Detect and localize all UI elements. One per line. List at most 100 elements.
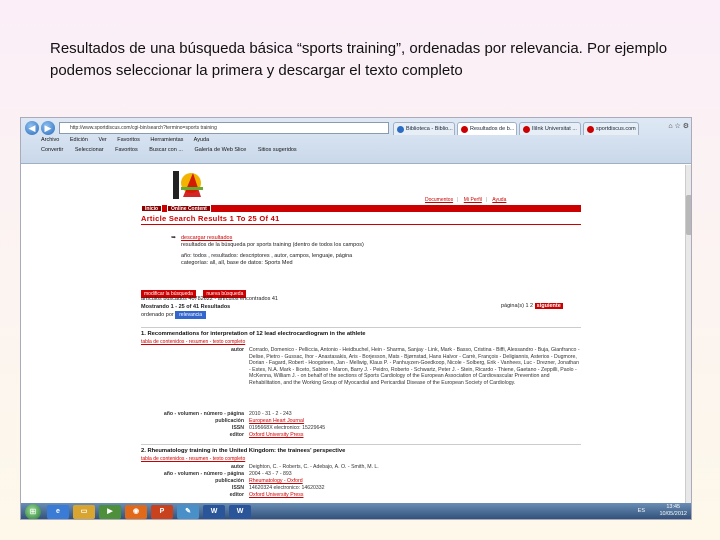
sort-select[interactable]: relevancia — [175, 311, 207, 319]
field-label: año - volumen - número - página — [163, 471, 244, 477]
word-icon[interactable]: W — [229, 505, 251, 519]
menu-item[interactable]: Ayuda — [194, 137, 210, 143]
field-value: 0195668X electronico: 15229645 — [249, 425, 326, 431]
search-line: año: todos , resultados: descriptores , … — [181, 253, 353, 259]
back-icon[interactable]: ◀ — [25, 121, 39, 135]
next-page-button[interactable]: siguiente — [534, 303, 563, 309]
menu-item[interactable]: Herramientas — [150, 137, 183, 143]
start-button-icon[interactable]: ⊞ — [25, 504, 41, 519]
download-results-link[interactable]: descargar resultados — [181, 235, 471, 242]
paint-icon[interactable]: ✎ — [177, 505, 199, 519]
field-value: 2010 - 31 - 2 - 243 — [249, 411, 292, 417]
link-documentos[interactable]: Documentos — [425, 197, 453, 203]
menu-item[interactable]: Edición — [70, 137, 88, 143]
favorites-item[interactable]: Galería de Web Slice — [194, 147, 246, 153]
favorites-item[interactable]: Sitios sugeridos — [258, 147, 297, 153]
tab-label: sportdiscus.com — [596, 126, 636, 132]
result-links[interactable]: tabla de contenidos - resumen - texto co… — [141, 339, 245, 345]
result-title[interactable]: 1. Recommendations for interpretation of… — [141, 331, 366, 337]
field-label: autor — [231, 464, 244, 470]
field-label: autor — [231, 347, 244, 353]
tab-label: Biblioteca - Biblio... — [406, 126, 453, 132]
powerpoint-icon[interactable]: P — [151, 505, 173, 519]
separator: | — [485, 197, 488, 203]
page-title: Article Search Results 1 To 25 Of 41 — [141, 214, 280, 223]
window-controls[interactable]: ⌂ ☆ ⚙ — [668, 122, 689, 130]
ie-icon[interactable]: e — [47, 505, 69, 519]
field-label: editor — [229, 492, 244, 498]
page-icon — [587, 126, 594, 133]
clock[interactable]: 13:45 10/05/2012 — [659, 504, 687, 518]
tab-biblioteca[interactable]: Biblioteca - Biblio... — [393, 122, 455, 135]
favorites-item[interactable]: Convertir — [41, 147, 63, 153]
library-logo-icon — [173, 171, 203, 199]
field-value: 2004 - 43 - 7 - 893 — [249, 471, 292, 477]
browser-screenshot: ◀ ▶ http://www.sportdiscus.com/cgi-bin/s… — [20, 117, 692, 520]
tab-sportdiscus[interactable]: sportdiscus.com — [583, 122, 639, 135]
sort-row: ordenado por relevancia — [141, 311, 581, 319]
pages-label[interactable]: página(s) 1 2 — [501, 303, 533, 309]
search-line: categorías: all, all, base de datos: Spo… — [181, 260, 293, 266]
publication-link[interactable]: Rheumatology - Oxford — [249, 478, 581, 485]
menu-item[interactable]: Ver — [98, 137, 106, 143]
favorites-item[interactable]: Seleccionar — [75, 147, 104, 153]
firefox-icon[interactable]: ◉ — [125, 505, 147, 519]
page-icon — [397, 126, 404, 133]
browser-chrome: ◀ ▶ http://www.sportdiscus.com/cgi-bin/s… — [21, 118, 691, 164]
clock-time: 13:45 — [666, 504, 681, 510]
articles-count: artículos buscados 40782622 - artículos … — [141, 296, 278, 302]
tab-ilink[interactable]: IliInk Universitat ... — [519, 122, 581, 135]
field-label: publicación — [215, 478, 244, 484]
favorites-item[interactable]: Buscar con ... — [149, 147, 183, 153]
windows-taskbar: ⊞ e ▭ ▶ ◉ P ✎ W W ES 13:45 10/05/2012 — [21, 503, 691, 519]
field-label: editor — [229, 432, 244, 438]
field-value: 14620324 electronico: 14620332 — [249, 485, 325, 491]
publisher-link[interactable]: Oxford University Press — [249, 492, 581, 499]
address-bar[interactable]: http://www.sportdiscus.com/cgi-bin/searc… — [59, 122, 389, 134]
page-icon — [461, 126, 468, 133]
favorites-item[interactable]: Favoritos — [115, 147, 138, 153]
scrollbar-thumb[interactable] — [686, 195, 691, 235]
publisher-link[interactable]: Oxford University Press — [249, 432, 581, 439]
arrow-icon: ➥ — [171, 235, 177, 241]
pagination: página(s) 1 2 siguiente — [501, 303, 563, 309]
vertical-scrollbar[interactable] — [685, 165, 691, 503]
result-links[interactable]: tabla de contenidos - resumen - texto co… — [141, 456, 245, 462]
tab-resultados[interactable]: Resultados de b... — [457, 122, 517, 135]
folder-icon[interactable]: ▭ — [73, 505, 95, 519]
field-value: Corrado, Domenico - Pelliccia, Antonio -… — [249, 347, 580, 386]
page-icon — [523, 126, 530, 133]
slide-caption: Resultados de una búsqueda básica “sport… — [50, 40, 668, 79]
divider — [141, 444, 581, 445]
field-value: Deighton, C. - Roberts, C. - Adebajo, A.… — [249, 464, 379, 470]
search-description: ➥ descargar resultados resultados de la … — [171, 235, 471, 267]
field-label: año - volumen - número - página — [163, 411, 244, 417]
tab-online-content[interactable]: Online Content — [167, 205, 211, 212]
top-links: Documentos | Mi Perfil | Ayuda — [425, 197, 510, 203]
media-icon[interactable]: ▶ — [99, 505, 121, 519]
menu-item[interactable]: Archivo — [41, 137, 59, 143]
divider — [141, 327, 581, 328]
system-tray[interactable]: ES — [638, 508, 645, 514]
link-ayuda[interactable]: Ayuda — [492, 197, 506, 203]
forward-icon[interactable]: ▶ — [41, 121, 55, 135]
favorites-bar: Convertir Seleccionar Favoritos Buscar c… — [41, 147, 681, 161]
separator: | — [457, 197, 459, 203]
result-title[interactable]: 2. Rheumatology training in the United K… — [141, 448, 345, 454]
tab-label: IliInk Universitat ... — [532, 126, 577, 132]
result-field: autor Corrado, Domenico - Pelliccia, Ant… — [141, 347, 581, 399]
navigation-row: ◀ ▶ http://www.sportdiscus.com/cgi-bin/s… — [21, 120, 691, 136]
menu-bar: Archivo Edición Ver Favoritos Herramient… — [41, 137, 218, 143]
field-label: ISSN — [231, 425, 244, 431]
link-mi-perfil[interactable]: Mi Perfil — [464, 197, 482, 203]
menu-item[interactable]: Favoritos — [117, 137, 140, 143]
publication-link[interactable]: European Heart Journal — [249, 418, 581, 425]
word-icon[interactable]: W — [203, 505, 225, 519]
field-label: publicación — [215, 418, 244, 424]
tab-label: Resultados de b... — [470, 126, 515, 132]
clock-date: 10/05/2012 — [659, 511, 687, 517]
tab-inicio[interactable]: Inicio — [141, 205, 163, 212]
page-content: Documentos | Mi Perfil | Ayuda Inicio Onli… — [21, 165, 691, 503]
sort-label: ordenado por — [141, 312, 174, 318]
field-label: ISSN — [231, 485, 244, 491]
